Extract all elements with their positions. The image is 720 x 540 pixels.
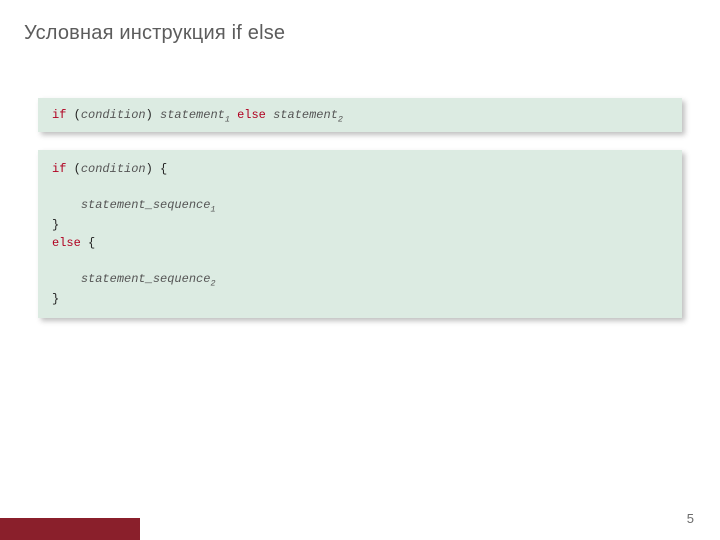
keyword-else: else [52,236,81,250]
brace-open: { [81,236,95,250]
code-line: statement_sequence2 [52,270,668,290]
code-box-inline: if (condition) statement1 else statement… [38,98,682,132]
paren-close-brace: ) { [146,162,168,176]
code-line: if (condition) statement1 else statement… [52,108,343,122]
subscript-2: 2 [210,278,215,288]
brace-close: } [52,290,668,308]
subscript-1: 1 [210,204,215,214]
slide: Условная инструкция if else if (conditio… [0,0,720,540]
code-line: else { [52,234,668,252]
statement-seq1: statement_sequence [81,198,211,212]
blank-line [52,178,668,196]
page-number: 5 [687,511,694,526]
keyword-if: if [52,108,66,122]
code-line: statement_sequence1 [52,196,668,216]
code-line: if (condition) { [52,160,668,178]
space [230,108,237,122]
statement2: statement [273,108,338,122]
statement1: statement [160,108,225,122]
condition-text: condition [81,108,146,122]
indent [52,198,81,212]
statement-seq2: statement_sequence [81,272,211,286]
paren-open: ( [66,162,80,176]
keyword-else: else [237,108,266,122]
condition-text: condition [81,162,146,176]
code-box-block: if (condition) { statement_sequence1 } e… [38,150,682,318]
accent-bar [0,518,140,540]
indent [52,272,81,286]
subscript-2: 2 [338,114,343,124]
brace-close: } [52,216,668,234]
blank-line [52,252,668,270]
paren-close: ) [146,108,160,122]
space [266,108,273,122]
slide-title: Условная инструкция if else [24,22,285,45]
paren-open: ( [66,108,80,122]
keyword-if: if [52,162,66,176]
